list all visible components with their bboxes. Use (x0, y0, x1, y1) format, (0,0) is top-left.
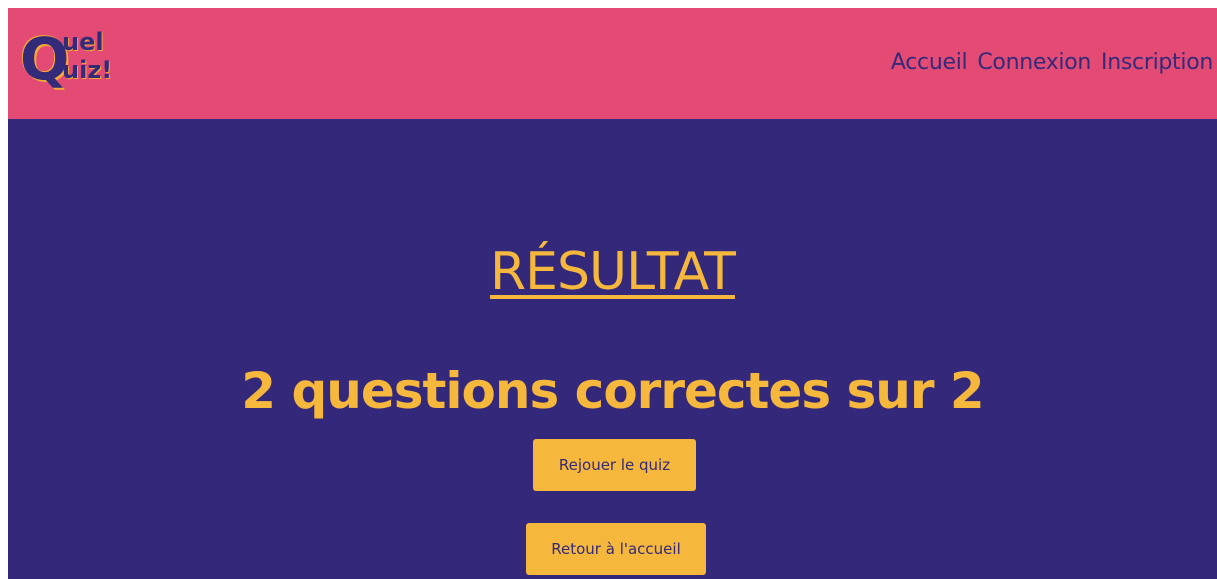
page-title: RÉSULTAT (490, 242, 736, 302)
home-button[interactable]: Retour à l'accueil (526, 523, 706, 575)
logo[interactable]: Q uel uiz! (18, 26, 138, 102)
nav-link-connexion[interactable]: Connexion (977, 50, 1091, 75)
page: Q uel uiz! Accueil Connexion Inscription… (8, 8, 1217, 579)
nav-link-accueil[interactable]: Accueil (891, 50, 968, 75)
main-nav: Accueil Connexion Inscription (891, 50, 1213, 75)
logo-line2: uiz! (62, 56, 113, 84)
nav-link-inscription[interactable]: Inscription (1101, 50, 1213, 75)
replay-button[interactable]: Rejouer le quiz (533, 439, 696, 491)
main-content: RÉSULTAT 2 questions correctes sur 2 Rej… (8, 119, 1217, 579)
score-text: 2 questions correctes sur 2 (241, 362, 984, 420)
logo-line1: uel (62, 28, 104, 56)
header: Q uel uiz! Accueil Connexion Inscription (8, 8, 1217, 119)
